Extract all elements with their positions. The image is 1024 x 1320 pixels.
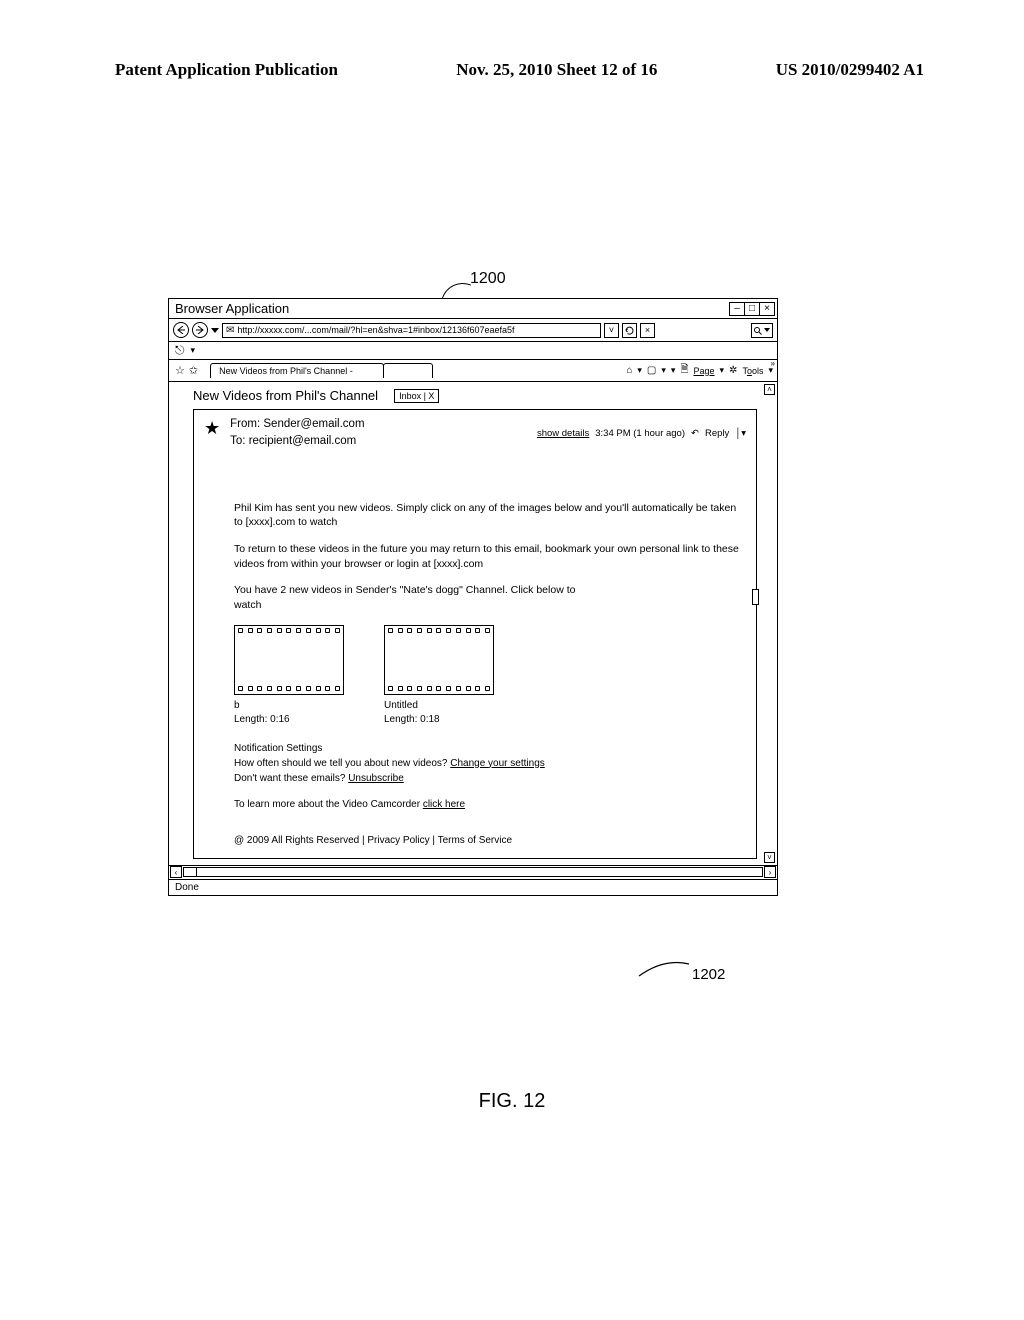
browser-window: Browser Application – □ × ✉ http://xxxxx… (168, 298, 778, 896)
from-label: From: (230, 418, 260, 430)
toolbar-secondary: ⎋ ▾ (169, 342, 777, 360)
stop-button[interactable]: × (640, 323, 655, 338)
video-thumb-2[interactable]: Untitled Length: 0:18 (384, 625, 494, 727)
video-title-1: b (234, 699, 344, 713)
arrow-right-icon (196, 326, 204, 334)
scroll-down-button[interactable]: ˅ (764, 852, 775, 863)
page-content: ˄ ˅ New Videos from Phil's Channel Inbox… (169, 382, 777, 865)
hscroll-right-button[interactable]: › (764, 866, 776, 878)
publication-header: Patent Application Publication Nov. 25, … (0, 0, 1024, 90)
video-title-2: Untitled (384, 699, 494, 713)
change-settings-link[interactable]: Change your settings (450, 758, 545, 769)
video-length-label-1: Length: (234, 714, 267, 725)
reply-button[interactable]: Reply (705, 428, 729, 439)
favorites-icon[interactable]: ☆ (175, 364, 185, 377)
tab-bar: ☆ ✩ New Videos from Phil's Channel - ⌂▾ … (169, 360, 777, 382)
callout-1200: 1200 (470, 270, 506, 288)
gear-icon: ✲ (729, 365, 737, 376)
video-thumbnails: b Length: 0:16 Untitled Length: 0:18 (234, 625, 742, 727)
new-tab-button[interactable] (383, 363, 433, 378)
add-favorite-icon[interactable]: ✩ (189, 364, 198, 377)
browser-search-input[interactable] (751, 323, 773, 338)
publication-mid: Nov. 25, 2010 Sheet 12 of 16 (456, 60, 657, 80)
window-titlebar: Browser Application – □ × (169, 299, 777, 319)
page-menu[interactable]: Page (693, 366, 714, 376)
toolbar-right: ⌂▾ ▢▾ ▾ 🗎 Page▾ ✲ Tools▾ (626, 362, 773, 379)
callout-1202: 1202 (692, 966, 725, 983)
email-addresses: From: Sender@email.com To: recipient@ema… (230, 416, 527, 451)
notif-line2-text: Don't want these emails? (234, 773, 348, 784)
email-para-3: You have 2 new videos in Sender's "Nate'… (234, 583, 594, 612)
email-body: Phil Kim has sent you new videos. Simply… (234, 501, 742, 848)
status-bar: Done (169, 879, 777, 895)
email-header: ★ From: Sender@email.com To: recipient@e… (204, 416, 746, 451)
tools-menu[interactable]: Tools (742, 366, 763, 376)
print-icon[interactable]: ▢ (647, 365, 656, 376)
home-icon[interactable]: ⌂ (626, 365, 632, 376)
video-length-2: 0:18 (420, 714, 439, 725)
video-length-1: 0:16 (270, 714, 289, 725)
url-input[interactable]: ✉ http://xxxxx.com/...com/mail/?hl=en&sh… (222, 323, 601, 338)
nav-forward-button[interactable] (192, 322, 208, 338)
hscroll-left-button[interactable]: ‹ (170, 866, 182, 878)
envelope-icon: ✉ (226, 325, 234, 336)
url-dropdown-button[interactable]: ˅ (604, 323, 619, 338)
window-minimize-button[interactable]: – (729, 302, 745, 316)
learn-more-line: To learn more about the Video Camcorder … (234, 798, 742, 812)
star-icon[interactable]: ★ (204, 418, 220, 451)
refresh-icon (625, 326, 634, 335)
email-para-2: To return to these videos in the future … (234, 542, 742, 571)
reply-icon: ↶ (691, 428, 699, 439)
notif-line1-text: How often should we tell you about new v… (234, 758, 450, 769)
publication-left: Patent Application Publication (115, 60, 338, 80)
reply-dropdown-icon[interactable]: │▾ (735, 428, 746, 439)
search-dropdown-icon (764, 328, 770, 332)
window-maximize-button[interactable]: □ (744, 302, 760, 316)
hscroll-thumb[interactable] (183, 867, 197, 877)
email-para-1: Phil Kim has sent you new videos. Simply… (234, 501, 742, 530)
learn-text: To learn more about the Video Camcorder (234, 799, 423, 810)
email-subject-row: New Videos from Phil's Channel Inbox | X (193, 388, 765, 403)
show-details-link[interactable]: show details (537, 428, 589, 439)
arrow-left-icon (177, 326, 185, 334)
window-buttons: – □ × (730, 302, 775, 316)
email-time: 3:34 PM (1 hour ago) (595, 428, 685, 439)
window-title: Browser Application (175, 301, 289, 316)
thumbnail-image (384, 625, 494, 695)
email-footer: @ 2009 All Rights Reserved | Privacy Pol… (234, 834, 742, 848)
to-label: To: (230, 435, 245, 447)
thumbnail-image (234, 625, 344, 695)
figure-label: FIG. 12 (0, 1090, 1024, 1113)
search-icon (753, 326, 762, 335)
refresh-button[interactable] (622, 323, 637, 338)
email-message-box: ★ From: Sender@email.com To: recipient@e… (193, 409, 757, 859)
click-here-link[interactable]: click here (423, 799, 465, 810)
email-header-actions: show details 3:34 PM (1 hour ago) ↶ Repl… (537, 416, 746, 451)
window-close-button[interactable]: × (759, 302, 775, 316)
notification-settings-heading: Notification Settings (234, 741, 742, 756)
inbox-badge[interactable]: Inbox | X (394, 389, 439, 403)
nav-back-button[interactable] (173, 322, 189, 338)
page-icon: 🗎 (680, 362, 688, 379)
to-value: recipient@email.com (249, 435, 357, 447)
url-text: http://xxxxx.com/...com/mail/?hl=en&shva… (237, 325, 514, 335)
status-text: Done (175, 882, 199, 893)
app-menu-icon[interactable]: ⎋ (175, 343, 185, 358)
email-subject: New Videos from Phil's Channel (193, 388, 378, 403)
address-bar: ✉ http://xxxxx.com/...com/mail/?hl=en&sh… (169, 319, 777, 342)
unsubscribe-link[interactable]: Unsubscribe (348, 773, 404, 784)
overflow-chevron-icon[interactable]: » (771, 359, 775, 368)
video-length-label-2: Length: (384, 714, 417, 725)
scroll-up-button[interactable]: ˄ (764, 384, 775, 395)
horizontal-scrollbar[interactable]: ‹ › (169, 865, 777, 879)
nav-history-dropdown[interactable] (211, 328, 219, 333)
hscroll-track[interactable] (183, 867, 763, 877)
video-thumb-1[interactable]: b Length: 0:16 (234, 625, 344, 727)
browser-tab[interactable]: New Videos from Phil's Channel - (210, 363, 384, 378)
notification-settings-block: Notification Settings How often should w… (234, 741, 742, 786)
from-value: Sender@email.com (263, 418, 364, 430)
publication-right: US 2010/0299402 A1 (776, 60, 924, 80)
callout-1202-leader (639, 958, 689, 976)
